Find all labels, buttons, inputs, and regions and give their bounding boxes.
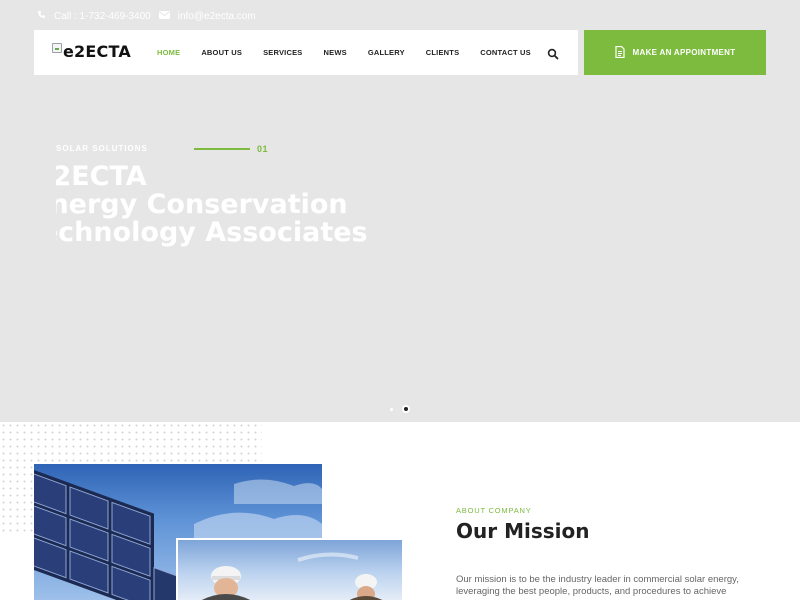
email-contact[interactable]: info@e2ecta.com xyxy=(158,10,256,22)
about-company-label: ABOUT COMPANY xyxy=(456,506,532,515)
phone-contact[interactable]: Call : 1-732-469-3400 xyxy=(37,10,151,22)
broken-image-icon xyxy=(52,43,62,53)
nav-item-services[interactable]: SERVICES xyxy=(263,48,302,57)
slider-dot-2-active[interactable] xyxy=(402,405,410,413)
headline-line-2: Energy Conservation xyxy=(56,189,348,220)
document-icon xyxy=(614,45,625,60)
about-text: Our mission is to be the industry leader… xyxy=(456,574,739,597)
email-text: info@e2ecta.com xyxy=(177,10,256,22)
logo-text: e2ECTA xyxy=(63,42,131,61)
slider-dot-1[interactable] xyxy=(390,407,393,411)
phone-text: Call : 1-732-469-3400 xyxy=(54,10,151,22)
headline-line-3: Technology Associates xyxy=(56,217,368,248)
make-appointment-button[interactable]: MAKE AN APPOINTMENT xyxy=(584,30,766,75)
mail-icon xyxy=(158,10,170,22)
about-title: Our Mission xyxy=(456,519,590,543)
solar-workers-image xyxy=(176,538,402,600)
nav-item-home[interactable]: HOME xyxy=(157,48,180,57)
search-icon[interactable] xyxy=(547,47,559,60)
nav-item-gallery[interactable]: GALLERY xyxy=(368,48,405,57)
nav-menu: HOME ABOUT US SERVICES NEWS GALLERY CLIE… xyxy=(157,30,552,75)
hero-headline: E2ECTA Energy Conservation Technology As… xyxy=(56,160,456,255)
hero-section: Call : 1-732-469-3400 info@e2ecta.com e2… xyxy=(0,0,800,422)
headline-line-1: E2ECTA xyxy=(56,161,147,192)
nav-item-about-us[interactable]: ABOUT US xyxy=(201,48,242,57)
slide-divider-line xyxy=(194,148,250,150)
nav-item-news[interactable]: NEWS xyxy=(324,48,347,57)
slide-label: SOLAR SOLUTIONS xyxy=(56,144,148,153)
slide-number: 01 xyxy=(257,144,269,154)
top-contact-bar: Call : 1-732-469-3400 info@e2ecta.com xyxy=(37,9,256,23)
cta-label: MAKE AN APPOINTMENT xyxy=(632,48,736,57)
site-logo[interactable]: e2ECTA xyxy=(52,41,131,63)
slider-pagination xyxy=(390,405,410,413)
phone-icon xyxy=(37,10,46,22)
nav-item-clients[interactable]: CLIENTS xyxy=(426,48,459,57)
main-navigation-bar: e2ECTA HOME ABOUT US SERVICES NEWS GALLE… xyxy=(34,30,578,75)
nav-item-contact-us[interactable]: CONTACT US xyxy=(480,48,531,57)
